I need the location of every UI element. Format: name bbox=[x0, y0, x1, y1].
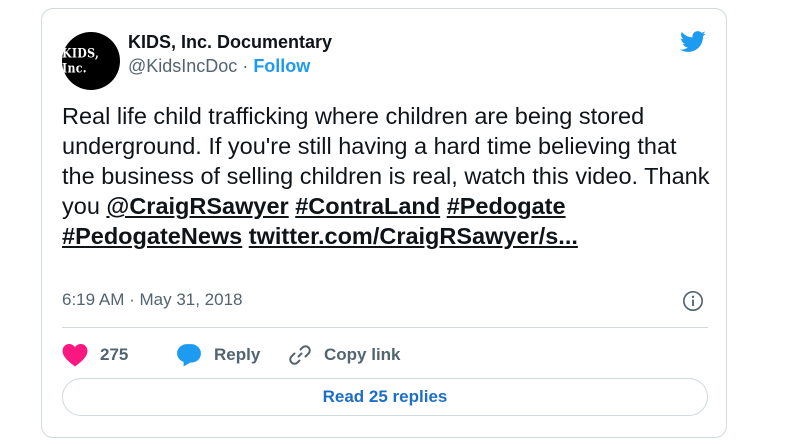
heart-icon bbox=[62, 344, 88, 367]
author-handle[interactable]: @KidsIncDoc bbox=[128, 56, 237, 76]
avatar-logo-text: KIDS, Inc. bbox=[62, 46, 100, 76]
hashtag-link-pedogatenews[interactable]: #PedogateNews bbox=[62, 223, 242, 249]
divider bbox=[62, 327, 708, 328]
like-count: 275 bbox=[100, 345, 129, 364]
url-link[interactable]: twitter.com/CraigRSawyer/s... bbox=[249, 223, 578, 249]
like-button[interactable]: 275 bbox=[62, 343, 176, 367]
author-display-name[interactable]: KIDS, Inc. Documentary bbox=[128, 32, 332, 53]
chain-link-icon bbox=[289, 345, 311, 365]
tweet-text: Real life child trafficking where childr… bbox=[62, 101, 712, 251]
hashtag-link-contraland[interactable]: #ContraLand bbox=[295, 193, 440, 219]
mention-link[interactable]: @CraigRSawyer bbox=[106, 193, 288, 219]
tweet-timestamp[interactable]: 6:19 AM · May 31, 2018 bbox=[62, 290, 243, 310]
read-replies-label: Read 25 replies bbox=[322, 387, 448, 406]
copy-link-label: Copy link bbox=[324, 345, 401, 364]
reply-label: Reply bbox=[214, 345, 261, 364]
follow-button[interactable]: Follow bbox=[253, 56, 310, 76]
twitter-bird-icon[interactable] bbox=[676, 28, 709, 55]
tweet-card: KIDS, Inc. KIDS, Inc. Documentary @KidsI… bbox=[41, 8, 727, 438]
speech-bubble-icon bbox=[177, 344, 201, 367]
author-handle-line: @KidsIncDoc · Follow bbox=[128, 56, 310, 77]
reply-button[interactable]: Reply bbox=[176, 343, 288, 367]
copy-link-button[interactable]: Copy link bbox=[288, 343, 401, 367]
read-replies-button[interactable]: Read 25 replies bbox=[62, 378, 708, 416]
hashtag-link-pedogate[interactable]: #Pedogate bbox=[447, 193, 566, 219]
action-bar: 275 Reply Copy link bbox=[62, 340, 401, 370]
info-icon[interactable] bbox=[682, 290, 704, 312]
handle-separator: · bbox=[237, 56, 254, 76]
avatar[interactable]: KIDS, Inc. bbox=[62, 32, 120, 90]
